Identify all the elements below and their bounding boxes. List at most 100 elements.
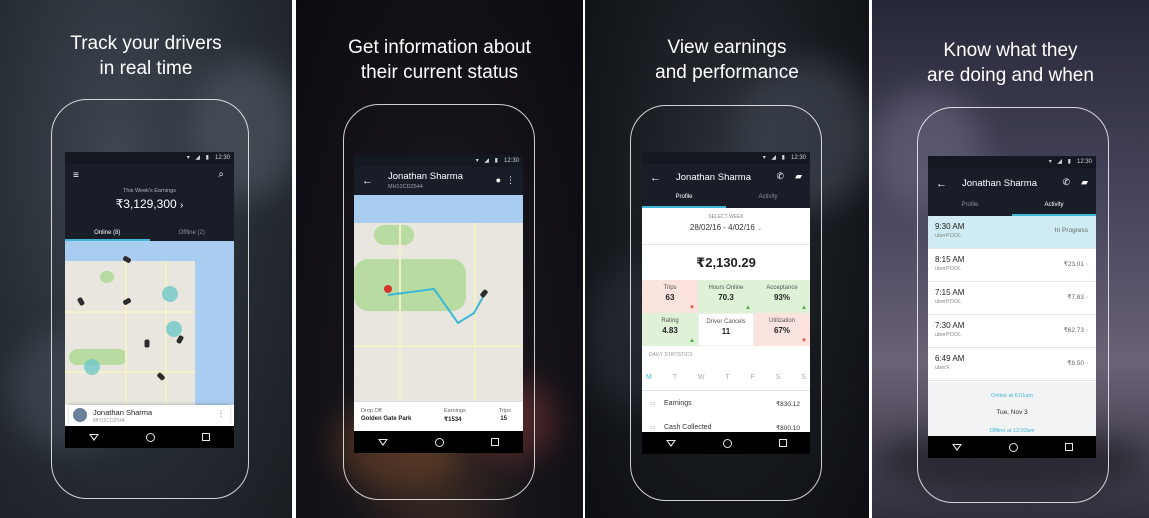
- recents-nav-icon[interactable]: [1064, 443, 1073, 451]
- status-bar: ▾ ◢ ▮ 12:30: [928, 156, 1096, 168]
- trip-row-in-progress[interactable]: 9:30 AM uberPOOL In Progress: [928, 216, 1096, 249]
- phone-icon[interactable]: ✆: [1062, 177, 1070, 188]
- recents-nav-icon[interactable]: [202, 433, 211, 441]
- week-total: ₹2,130.29: [696, 255, 756, 270]
- menu-icon[interactable]: ≡: [73, 170, 79, 181]
- tab-activity[interactable]: Activity: [1012, 202, 1096, 216]
- back-arrow-icon[interactable]: ←: [650, 172, 661, 184]
- back-nav-icon[interactable]: [88, 433, 99, 441]
- online-note: Online at 6:01am: [991, 393, 1033, 399]
- headline: Track your drivers in real time: [70, 33, 222, 79]
- day-fri[interactable]: F: [751, 374, 755, 381]
- person-icon[interactable]: ●: [496, 175, 501, 185]
- trips-label: Trips: [498, 408, 511, 414]
- trips-value: 15: [500, 416, 507, 422]
- tab-activity[interactable]: Activity: [726, 194, 810, 208]
- car-marker-icon[interactable]: [122, 297, 132, 306]
- back-arrow-icon[interactable]: ←: [936, 178, 947, 190]
- earnings-value[interactable]: ₹3,129,300 ›: [65, 197, 234, 211]
- week-range-dropdown[interactable]: 28/02/16 - 4/02/16 ⌄: [642, 223, 810, 232]
- back-nav-icon[interactable]: [377, 438, 388, 446]
- earnings-value: ₹1534: [444, 417, 462, 423]
- app-header: ← Jonathan Sharma MH12CD2544 ● ⋮: [354, 167, 523, 195]
- trip-row[interactable]: 8:15 AM uberPOOL ₹23.01 ›: [928, 249, 1096, 282]
- panel-earnings: View earnings and performance ▾ ◢ ▮ 12:30…: [585, 0, 869, 518]
- android-nav-bar: [642, 432, 810, 454]
- day-sun[interactable]: S: [801, 374, 806, 381]
- car-marker-icon[interactable]: [76, 296, 86, 307]
- chat-icon[interactable]: ▰: [1081, 177, 1088, 188]
- android-nav-bar: [928, 436, 1096, 458]
- dropoff-pin-icon[interactable]: [384, 285, 392, 293]
- car-marker-icon[interactable]: [144, 339, 150, 348]
- driver-card[interactable]: Jonathan Sharma MH12CD2544 ⋮: [69, 405, 230, 426]
- android-nav-bar: [65, 426, 234, 448]
- app-header: ← Jonathan Sharma ✆ ▰ Profile Activity: [928, 168, 1096, 216]
- panel-track-drivers: Track your drivers in real time ▾ ◢ ▮ 12:…: [0, 0, 292, 518]
- android-nav-bar: [354, 431, 523, 453]
- panel-activity: Know what they are doing and when ▾ ◢ ▮ 1…: [872, 0, 1149, 518]
- select-week-label: SELECT WEEK: [708, 214, 744, 220]
- recents-nav-icon[interactable]: [491, 438, 500, 446]
- panel-driver-status: Get information about their current stat…: [296, 0, 583, 518]
- driver-plate: MH12CD2544: [388, 184, 423, 190]
- driver-name: Jonathan Sharma: [962, 178, 1037, 189]
- earnings-label: This Week's Earnings: [123, 188, 176, 194]
- stat-driver-cancels: Driver Cancels 11: [698, 313, 754, 346]
- more-vertical-icon[interactable]: ⋮: [217, 409, 225, 418]
- home-nav-icon[interactable]: [145, 432, 155, 442]
- day-thu[interactable]: T: [725, 374, 729, 381]
- day-tue[interactable]: T: [673, 374, 677, 381]
- home-nav-icon[interactable]: [1008, 442, 1018, 452]
- cash-icon: ▭: [650, 425, 656, 431]
- tab-offline[interactable]: Offline (2): [150, 227, 235, 241]
- date-label: Tue, Nov 3: [996, 409, 1028, 416]
- tab-profile[interactable]: Profile: [928, 202, 1012, 216]
- avatar: [73, 408, 87, 422]
- back-nav-icon[interactable]: [665, 439, 676, 447]
- stat-trips: Trips 63 ▼: [642, 280, 698, 313]
- headline: View earnings and performance: [655, 37, 799, 83]
- driver-name: Jonathan Sharma: [676, 172, 751, 183]
- recents-nav-icon[interactable]: [778, 439, 787, 447]
- home-nav-icon[interactable]: [722, 438, 732, 448]
- driver-cluster-marker[interactable]: [162, 286, 178, 302]
- offline-note: Offline at 12:03am: [989, 428, 1035, 434]
- day-mon[interactable]: M: [646, 374, 652, 381]
- trip-map[interactable]: [354, 195, 523, 401]
- cash-collected-row: ▭ Cash Collected ₹800.10: [642, 422, 810, 432]
- phone-icon[interactable]: ✆: [776, 171, 784, 182]
- route-line: [387, 287, 485, 325]
- search-icon[interactable]: ⌕: [218, 169, 224, 180]
- stat-acceptance: Acceptance 93% ▲: [754, 280, 810, 313]
- dropoff-value: Golden Gate Park: [361, 416, 412, 422]
- app-header: ≡ ⌕ This Week's Earnings ₹3,129,300 ›: [65, 164, 234, 227]
- tab-bar: Online (8) Offline (2): [65, 227, 234, 241]
- day-wed[interactable]: W: [698, 374, 705, 381]
- tab-profile[interactable]: Profile: [642, 194, 726, 208]
- divider: [642, 390, 810, 391]
- earnings-label: Earnings: [444, 408, 466, 414]
- trip-row[interactable]: 6:49 AM uberX ₹8.50 ›: [928, 348, 1096, 381]
- chevron-right-icon: ›: [1085, 261, 1088, 268]
- chat-icon[interactable]: ▰: [795, 171, 802, 182]
- driver-name: Jonathan Sharma: [93, 408, 153, 417]
- driver-cluster-marker[interactable]: [84, 359, 100, 375]
- more-vertical-icon[interactable]: ⋮: [506, 175, 515, 186]
- trip-row[interactable]: 7:30 AM uberPOOL ₹62.73 ›: [928, 315, 1096, 348]
- day-sat[interactable]: S: [776, 374, 781, 381]
- dropoff-label: Drop Off: [361, 408, 382, 414]
- app-header: ← Jonathan Sharma ✆ ▰ Profile Activity: [642, 164, 810, 208]
- map-road: [125, 261, 127, 405]
- back-arrow-icon[interactable]: ←: [362, 175, 373, 187]
- arrow-down-icon: ▼: [801, 338, 807, 344]
- map-road: [65, 311, 195, 313]
- earnings-value: ₹830.12: [775, 401, 800, 408]
- live-map[interactable]: [65, 241, 234, 405]
- tab-online[interactable]: Online (8): [65, 227, 150, 241]
- home-nav-icon[interactable]: [434, 437, 444, 447]
- trip-row[interactable]: 7:15 AM uberPOOL ₹7.83 ›: [928, 282, 1096, 315]
- headline: Know what they are doing and when: [927, 40, 1094, 86]
- back-nav-icon[interactable]: [951, 443, 962, 451]
- status-bar: ▾ ◢ ▮ 12:30: [65, 152, 234, 164]
